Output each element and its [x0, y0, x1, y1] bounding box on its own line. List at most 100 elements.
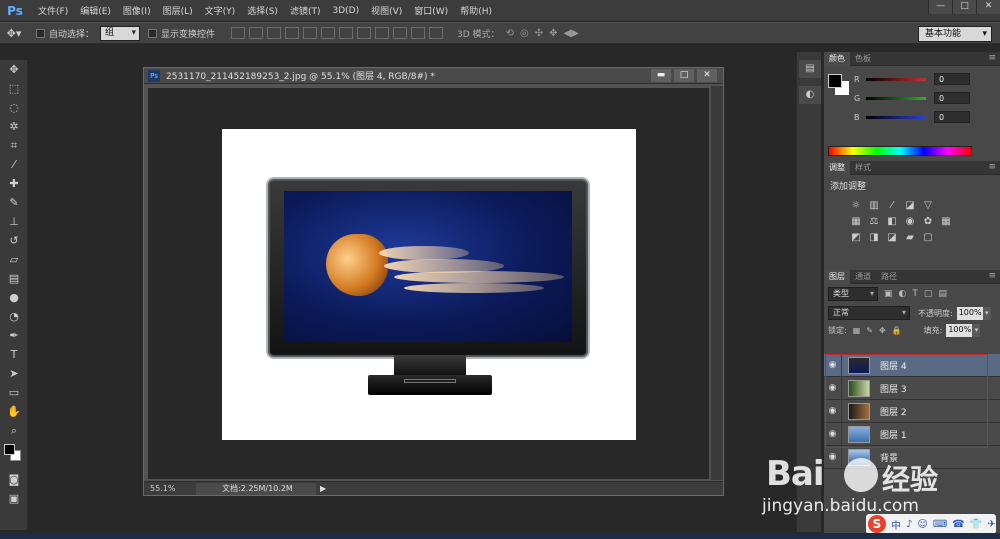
document-titlebar[interactable]: Ps 2531170_211452189253_2.jpg @ 55.1% (图… [144, 68, 723, 84]
tab-channels[interactable]: 通道 [850, 270, 876, 284]
distribute-vcenter-icon[interactable] [357, 27, 372, 39]
selective-color-icon[interactable]: ▢ [922, 232, 934, 244]
show-transform-checkbox[interactable] [148, 28, 158, 38]
menu-type[interactable]: 文字(Y) [205, 4, 236, 17]
doc-minimize-button[interactable]: ▬ [651, 69, 671, 82]
filter-adjustment-icon[interactable]: ◐ [899, 289, 907, 299]
layer-row[interactable]: ◉ 图层 1 [824, 422, 1000, 446]
eyedropper-tool-icon[interactable]: ⁄ [0, 155, 28, 174]
clone-stamp-tool-icon[interactable]: ⊥ [0, 212, 28, 231]
zoom-level[interactable]: 55.1% [150, 484, 182, 493]
workspace-switcher[interactable]: 基本功能 [918, 26, 992, 42]
ime-keyboard-icon[interactable]: ⌨ [933, 519, 947, 530]
3d-slide-icon[interactable]: ✥ [549, 28, 557, 39]
levels-icon[interactable]: ▥ [868, 200, 880, 212]
align-vcenter-icon[interactable] [249, 27, 264, 39]
channel-mixer-icon[interactable]: ✿ [922, 216, 934, 228]
layer-row[interactable]: ◉ 图层 4 [824, 353, 1000, 377]
color-swatches[interactable] [0, 440, 28, 470]
brush-tool-icon[interactable]: ✎ [0, 193, 28, 212]
opacity-input[interactable]: 100% [956, 306, 983, 320]
posterize-icon[interactable]: ◨ [868, 232, 880, 244]
photo-filter-icon[interactable]: ◉ [904, 216, 916, 228]
filter-pixel-icon[interactable]: ▣ [884, 289, 893, 299]
layer-row[interactable]: ◉ 图层 3 [824, 376, 1000, 400]
menu-select[interactable]: 选择(S) [247, 4, 278, 17]
menu-3d[interactable]: 3D(D) [332, 6, 359, 16]
filter-smart-icon[interactable]: ▤ [938, 289, 947, 299]
lock-image-icon[interactable]: ✎ [866, 326, 873, 335]
layer-filter-kind[interactable]: 类型 [828, 287, 878, 301]
doc-close-button[interactable]: ✕ [697, 69, 717, 82]
visibility-eye-icon[interactable]: ◉ [824, 399, 842, 423]
document-scrollbar[interactable] [711, 86, 723, 480]
lock-position-icon[interactable]: ✥ [879, 326, 886, 335]
healing-brush-tool-icon[interactable]: ✚ [0, 174, 28, 193]
minimize-button[interactable]: — [928, 0, 952, 14]
panel-menu-icon[interactable]: ≡ [988, 53, 996, 63]
fill-input[interactable]: 100% [946, 324, 973, 337]
green-value-input[interactable]: 0 [934, 92, 970, 104]
dodge-tool-icon[interactable]: ◔ [0, 307, 28, 326]
blue-value-input[interactable]: 0 [934, 111, 970, 123]
zoom-tool-icon[interactable]: ⌕ [0, 421, 28, 440]
distribute-hcenter-icon[interactable] [411, 27, 426, 39]
document-size-info[interactable]: 文档:2.25M/10.2M [196, 482, 316, 495]
curves-icon[interactable]: ⁄ [886, 200, 898, 212]
align-bottom-icon[interactable] [267, 27, 282, 39]
red-slider[interactable] [866, 77, 926, 81]
visibility-eye-icon[interactable]: ◉ [824, 422, 842, 446]
properties-panel-icon[interactable]: ◐ [799, 86, 821, 104]
ime-punctuation-icon[interactable]: ♪ [906, 519, 912, 530]
color-balance-icon[interactable]: ⚖ [868, 216, 880, 228]
threshold-icon[interactable]: ◪ [886, 232, 898, 244]
status-menu-arrow-icon[interactable]: ▶ [320, 484, 326, 493]
menu-view[interactable]: 视图(V) [371, 4, 402, 17]
visibility-eye-icon[interactable]: ◉ [824, 376, 842, 400]
vibrance-icon[interactable]: ▽ [922, 200, 934, 212]
color-spectrum-ramp[interactable] [828, 146, 972, 156]
panel-menu-icon[interactable]: ≡ [988, 271, 996, 281]
color-lookup-icon[interactable]: ▦ [940, 216, 952, 228]
magic-wand-tool-icon[interactable]: ✲ [0, 117, 28, 136]
sogou-logo-icon[interactable]: S [868, 515, 886, 533]
tab-layers[interactable]: 图层 [824, 269, 850, 284]
panel-menu-icon[interactable]: ≡ [988, 162, 996, 172]
invert-icon[interactable]: ◩ [850, 232, 862, 244]
gradient-map-icon[interactable]: ▰ [904, 232, 916, 244]
blend-mode-select[interactable]: 正常 [828, 306, 910, 320]
eraser-tool-icon[interactable]: ▱ [0, 250, 28, 269]
screen-mode-icon[interactable]: ▣ [0, 489, 28, 508]
history-brush-tool-icon[interactable]: ↺ [0, 231, 28, 250]
gradient-tool-icon[interactable]: ▤ [0, 269, 28, 288]
menu-filter[interactable]: 滤镜(T) [290, 4, 321, 17]
auto-select-dropdown[interactable]: 组 [100, 25, 141, 41]
layer-row[interactable]: ◉ 图层 2 [824, 399, 1000, 423]
marquee-tool-icon[interactable]: ⬚ [0, 79, 28, 98]
menu-image[interactable]: 图像(I) [123, 4, 151, 17]
align-left-icon[interactable] [285, 27, 300, 39]
distribute-right-icon[interactable] [429, 27, 444, 39]
menu-window[interactable]: 窗口(W) [414, 4, 448, 17]
menu-layer[interactable]: 图层(L) [163, 4, 193, 17]
ime-skin-icon[interactable]: 👕 [970, 519, 982, 530]
menu-edit[interactable]: 编辑(E) [80, 4, 111, 17]
visibility-eye-icon[interactable]: ◉ [824, 445, 842, 469]
ime-emoji-icon[interactable]: ☺ [917, 519, 927, 530]
panel-foreground-swatch[interactable] [828, 74, 842, 88]
exposure-icon[interactable]: ◪ [904, 200, 916, 212]
tab-paths[interactable]: 路径 [876, 270, 902, 284]
align-top-icon[interactable] [231, 27, 246, 39]
filter-shape-icon[interactable]: ▢ [924, 289, 933, 299]
menu-help[interactable]: 帮助(H) [460, 4, 492, 17]
3d-scale-icon[interactable]: ◀▶ [563, 28, 578, 39]
menu-file[interactable]: 文件(F) [38, 4, 68, 17]
3d-pan-icon[interactable]: ✣ [535, 28, 543, 39]
rectangle-tool-icon[interactable]: ▭ [0, 383, 28, 402]
red-value-input[interactable]: 0 [934, 73, 970, 85]
type-tool-icon[interactable]: T [0, 345, 28, 364]
hue-saturation-icon[interactable]: ▦ [850, 216, 862, 228]
brightness-contrast-icon[interactable]: ☼ [850, 200, 862, 212]
tab-styles[interactable]: 样式 [850, 161, 876, 175]
move-tool-icon[interactable]: ✥ [0, 60, 28, 79]
